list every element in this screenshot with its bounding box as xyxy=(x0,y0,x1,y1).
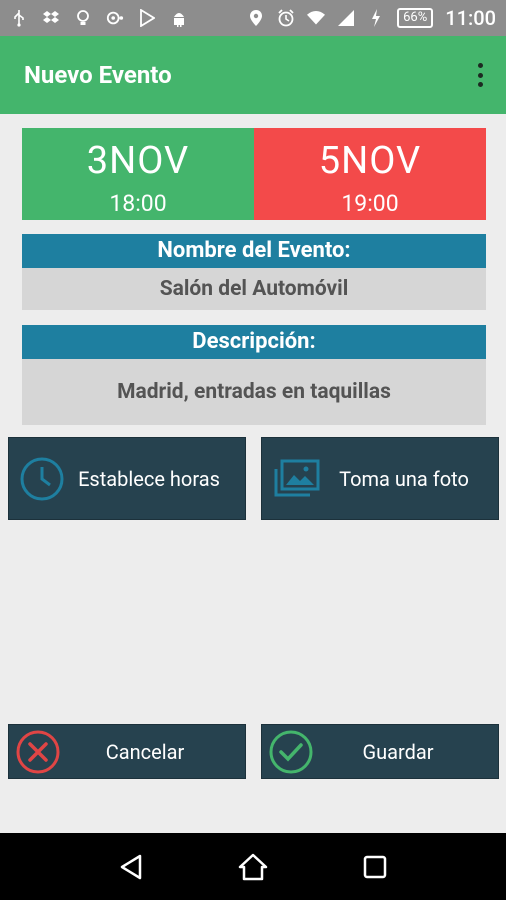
event-name-label: Nombre del Evento: xyxy=(22,234,486,268)
wifi-icon xyxy=(307,9,326,27)
signal-icon xyxy=(337,9,355,27)
start-date-button[interactable]: 3NOV 18:00 xyxy=(22,128,254,220)
charging-icon xyxy=(367,9,385,27)
navigation-bar xyxy=(0,833,506,900)
bulb-icon xyxy=(74,9,92,27)
back-icon[interactable] xyxy=(111,847,151,887)
battery-indicator: 66% xyxy=(397,8,434,28)
dropbox-icon xyxy=(42,9,60,27)
usb-icon xyxy=(10,9,28,27)
play-store-icon xyxy=(138,9,156,27)
start-time: 18:00 xyxy=(109,190,167,217)
clock-icon xyxy=(19,456,65,502)
cancel-button[interactable]: Cancelar xyxy=(8,724,246,779)
description-field[interactable]: Madrid, entradas en taquillas xyxy=(22,359,486,425)
event-name-field[interactable]: Salón del Automóvil xyxy=(22,268,486,310)
set-hours-button[interactable]: Establece horas xyxy=(8,437,246,520)
end-date-button[interactable]: 5NOV 19:00 xyxy=(254,128,486,220)
end-day: 5NOV xyxy=(318,139,422,183)
android-icon xyxy=(170,9,188,27)
description-label: Descripción: xyxy=(22,325,486,359)
clock: 11:00 xyxy=(445,6,496,30)
recents-icon[interactable] xyxy=(355,847,395,887)
end-time: 19:00 xyxy=(341,190,399,217)
alarm-icon xyxy=(277,9,295,27)
home-icon[interactable] xyxy=(233,847,273,887)
take-photo-button[interactable]: Toma una foto xyxy=(261,437,499,520)
location-icon xyxy=(247,9,265,27)
cancel-icon xyxy=(15,729,61,775)
page-title: Nuevo Evento xyxy=(24,61,172,89)
check-icon xyxy=(268,729,314,775)
start-day: 3NOV xyxy=(86,139,190,183)
record-icon xyxy=(106,9,124,27)
app-bar: Nuevo Evento xyxy=(0,36,506,114)
photo-library-icon xyxy=(272,459,320,499)
more-vert-icon[interactable] xyxy=(476,63,484,87)
save-button[interactable]: Guardar xyxy=(261,724,499,779)
status-bar: 66% 11:00 xyxy=(0,0,506,36)
